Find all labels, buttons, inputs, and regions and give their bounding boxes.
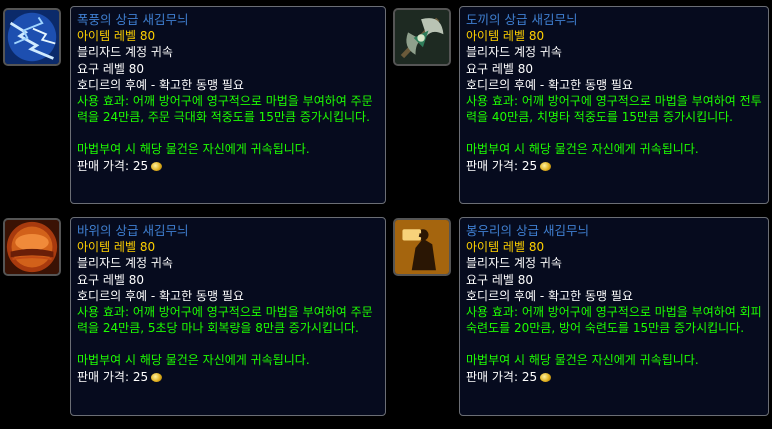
sell-price-label: 판매 가격: 25 xyxy=(77,158,149,173)
use-effect: 사용 효과: 어깨 방어구에 영구적으로 마법을 부여하여 주문력을 24만큼,… xyxy=(77,94,373,125)
bind-note: 마법부여 시 해당 물건은 자신에게 귀속됩니다. xyxy=(466,142,699,157)
lightning-icon[interactable] xyxy=(3,8,61,66)
item-title: 바위의 상급 새김무늬 xyxy=(77,223,189,238)
item-level: 아이템 레벨 80 xyxy=(77,240,156,255)
gold-coin-icon xyxy=(540,372,552,382)
required-level: 요구 레벨 80 xyxy=(77,61,145,76)
required-level: 요구 레벨 80 xyxy=(466,272,534,287)
use-effect: 사용 효과: 어깨 방어구에 영구적으로 마법을 부여하여 전투력을 40만큼,… xyxy=(466,94,762,125)
sell-price: 판매 가격: 25 xyxy=(466,369,762,385)
reputation-requirement: 호디르의 후예 - 확고한 동맹 필요 xyxy=(77,288,244,303)
sun-icon[interactable] xyxy=(3,218,61,276)
sell-price-label: 판매 가격: 25 xyxy=(77,369,149,384)
tooltip: 도끼의 상급 새김무늬 아이템 레벨 80 블리자드 계정 귀속 요구 레벨 8… xyxy=(459,6,769,204)
item-title: 봉우리의 상급 새김무늬 xyxy=(466,223,589,238)
item-level: 아이템 레벨 80 xyxy=(77,29,156,44)
tooltip: 폭풍의 상급 새김무늬 아이템 레벨 80 블리자드 계정 귀속 요구 레벨 8… xyxy=(70,6,386,204)
binding-text: 블리자드 계정 귀속 xyxy=(77,256,173,271)
gold-coin-icon xyxy=(151,161,163,171)
reputation-requirement: 호디르의 후예 - 확고한 동맹 필요 xyxy=(466,288,633,303)
item-level: 아이템 레벨 80 xyxy=(466,240,545,255)
shield-warrior-icon[interactable] xyxy=(393,218,451,276)
axe-icon[interactable] xyxy=(393,8,451,66)
sell-price: 판매 가격: 25 xyxy=(77,158,379,174)
sell-price: 판매 가격: 25 xyxy=(77,369,379,385)
use-effect: 사용 효과: 어깨 방어구에 영구적으로 마법을 부여하여 주문력을 24만큼,… xyxy=(77,305,373,336)
tooltip: 바위의 상급 새김무늬 아이템 레벨 80 블리자드 계정 귀속 요구 레벨 8… xyxy=(70,217,386,416)
required-level: 요구 레벨 80 xyxy=(466,61,534,76)
binding-text: 블리자드 계정 귀속 xyxy=(466,256,562,271)
binding-text: 블리자드 계정 귀속 xyxy=(466,45,562,60)
use-effect: 사용 효과: 어깨 방어구에 영구적으로 마법을 부여하여 회피 숙련도를 20… xyxy=(466,305,762,336)
gold-coin-icon xyxy=(151,372,163,382)
item-title: 도끼의 상급 새김무늬 xyxy=(466,12,578,27)
reputation-requirement: 호디르의 후예 - 확고한 동맹 필요 xyxy=(77,77,244,92)
item-title: 폭풍의 상급 새김무늬 xyxy=(77,12,189,27)
item-level: 아이템 레벨 80 xyxy=(466,29,545,44)
reputation-requirement: 호디르의 후예 - 확고한 동맹 필요 xyxy=(466,77,633,92)
gold-coin-icon xyxy=(540,161,552,171)
bind-note: 마법부여 시 해당 물건은 자신에게 귀속됩니다. xyxy=(77,353,310,368)
tooltip: 봉우리의 상급 새김무늬 아이템 레벨 80 블리자드 계정 귀속 요구 레벨 … xyxy=(459,217,769,416)
sell-price-label: 판매 가격: 25 xyxy=(466,158,538,173)
bind-note: 마법부여 시 해당 물건은 자신에게 귀속됩니다. xyxy=(466,353,699,368)
sell-price: 판매 가격: 25 xyxy=(466,158,762,174)
binding-text: 블리자드 계정 귀속 xyxy=(77,45,173,60)
sell-price-label: 판매 가격: 25 xyxy=(466,369,538,384)
bind-note: 마법부여 시 해당 물건은 자신에게 귀속됩니다. xyxy=(77,142,310,157)
required-level: 요구 레벨 80 xyxy=(77,272,145,287)
